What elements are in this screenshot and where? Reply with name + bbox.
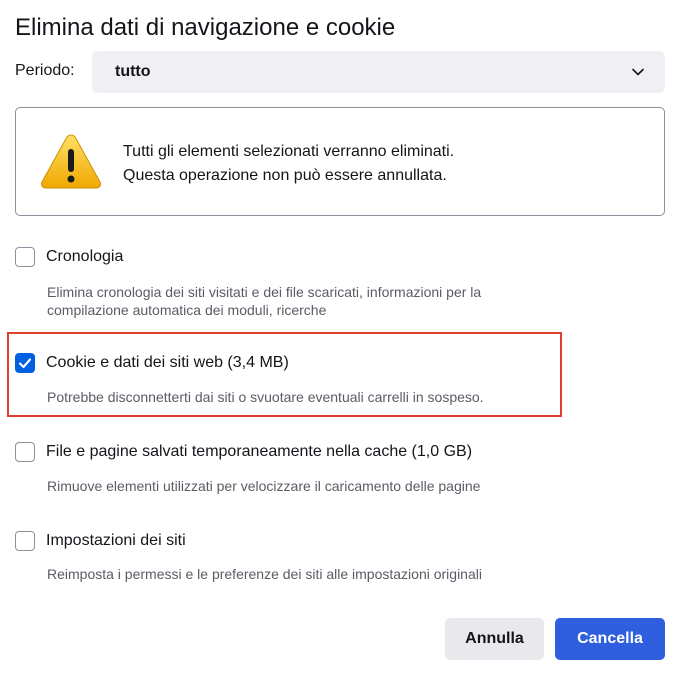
warning-line-2: Questa operazione non può essere annulla… — [123, 167, 447, 184]
cookies-label[interactable]: Cookie e dati dei siti web (3,4 MB) — [46, 353, 289, 373]
cache-description: Rimuove elementi utilizzati per velocizz… — [47, 477, 607, 495]
dialog-title: Elimina dati di navigazione e cookie — [15, 14, 396, 41]
period-selected-value: tutto — [115, 63, 151, 80]
site-settings-description: Reimposta i permessi e le preferenze dei… — [47, 565, 607, 583]
cookies-description-line-1: Potrebbe disconnetterti dai siti o svuot… — [47, 389, 484, 405]
site-settings-checkbox[interactable] — [15, 531, 35, 551]
cache-description-line-1: Rimuove elementi utilizzati per velocizz… — [47, 478, 481, 494]
warning-text: Tutti gli elementi selezionati verranno … — [123, 140, 454, 188]
cache-checkbox[interactable] — [15, 442, 35, 462]
chevron-down-icon — [632, 68, 644, 76]
period-label: Periodo: — [15, 62, 75, 79]
site-settings-label[interactable]: Impostazioni dei siti — [46, 531, 186, 551]
cookies-description: Potrebbe disconnetterti dai siti o svuot… — [47, 388, 607, 406]
history-checkbox[interactable] — [15, 247, 35, 267]
clear-data-dialog: Elimina dati di navigazione e cookie Per… — [0, 0, 681, 677]
history-label[interactable]: Cronologia — [46, 247, 123, 267]
checkmark-icon — [18, 358, 32, 369]
warning-line-1: Tutti gli elementi selezionati verranno … — [123, 143, 455, 160]
clear-button[interactable]: Cancella — [555, 618, 665, 660]
warning-box: Tutti gli elementi selezionati verranno … — [15, 107, 665, 216]
warning-triangle-icon — [41, 134, 101, 189]
period-select[interactable]: tutto — [92, 51, 665, 93]
site-settings-description-line-1: Reimposta i permessi e le preferenze dei… — [47, 566, 482, 582]
cookies-checkbox[interactable] — [15, 353, 35, 373]
history-description-line-1: Elimina cronologia dei siti visitati e d… — [47, 284, 482, 300]
history-description-line-2: compilazione automatica dei moduli, rice… — [47, 302, 327, 318]
cache-label[interactable]: File e pagine salvati temporaneamente ne… — [46, 442, 472, 462]
cancel-button[interactable]: Annulla — [445, 618, 544, 660]
history-description: Elimina cronologia dei siti visitati e d… — [47, 283, 607, 319]
